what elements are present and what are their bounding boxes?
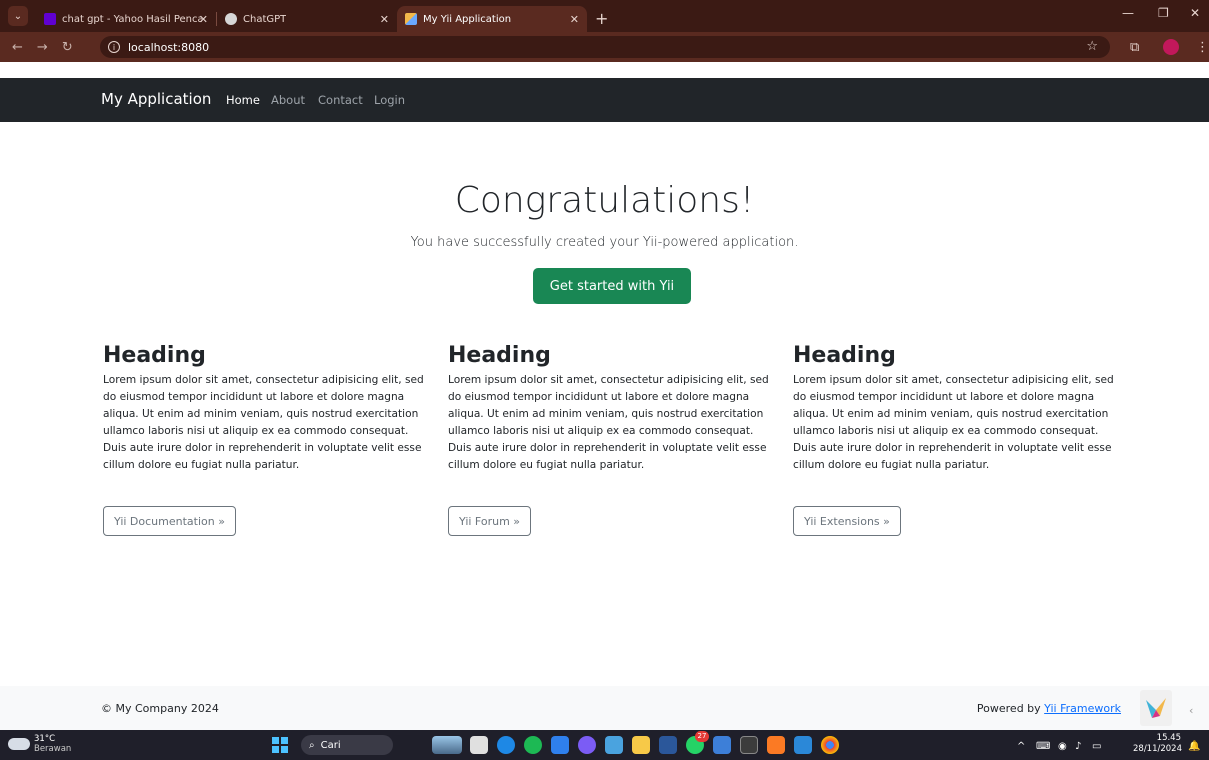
content-column-2: Heading Lorem ipsum dolor sit amet, cons… <box>448 343 783 536</box>
content-column-3: Heading Lorem ipsum dolor sit amet, cons… <box>793 343 1128 536</box>
cloud-icon <box>8 738 30 750</box>
powered-by-text: Powered by <box>976 702 1045 715</box>
windows-logo-icon <box>272 737 279 744</box>
close-window-icon[interactable]: ✕ <box>1190 6 1200 20</box>
browser-tab-bar: ⌄ chat gpt - Yahoo Hasil Pencarian ✕ Cha… <box>0 0 1209 32</box>
column-heading: Heading <box>448 343 551 368</box>
close-icon[interactable]: ✕ <box>570 13 579 26</box>
minimize-icon[interactable]: — <box>1122 6 1134 20</box>
keyboard-icon[interactable]: ⌨ <box>1036 741 1050 752</box>
notification-badge: 27 <box>695 731 709 742</box>
column-text: Lorem ipsum dolor sit amet, consectetur … <box>793 374 1114 471</box>
hero-title: Congratulations! <box>454 180 755 221</box>
tab-title: My Yii Application <box>423 13 512 25</box>
weather-temperature: 31°C <box>34 734 56 744</box>
browser-menu-icon[interactable]: ⋮ <box>1196 40 1209 55</box>
yii-documentation-button[interactable]: Yii Documentation » <box>103 506 236 536</box>
task-view-icon[interactable] <box>470 736 488 754</box>
column-text: Lorem ipsum dolor sit amet, consectetur … <box>448 374 769 471</box>
nav-login[interactable]: Login <box>374 93 405 107</box>
footer-powered-by: Powered by Yii Framework <box>977 702 1121 715</box>
tab-chatgpt[interactable]: ChatGPT ✕ <box>217 6 397 32</box>
spotify-icon[interactable] <box>524 736 542 754</box>
yii-framework-link[interactable]: Yii Framework <box>1044 702 1121 715</box>
extensions-icon[interactable]: ⧉ <box>1130 40 1139 55</box>
column-text: Lorem ipsum dolor sit amet, consectetur … <box>103 374 424 471</box>
tab-yahoo[interactable]: chat gpt - Yahoo Hasil Pencarian ✕ <box>36 6 216 32</box>
navbar-brand[interactable]: My Application <box>101 90 211 108</box>
weather-widget[interactable]: 31°C Berawan <box>8 734 71 754</box>
chatgpt-favicon-icon <box>225 13 237 25</box>
forward-icon[interactable]: → <box>37 40 48 55</box>
site-info-icon[interactable]: i <box>108 41 120 53</box>
footer-copyright: © My Company 2024 <box>101 702 219 715</box>
tab-my-yii-application[interactable]: My Yii Application ✕ <box>397 6 587 32</box>
notification-bell-icon[interactable]: 🔔 <box>1188 741 1200 752</box>
url-text: localhost:8080 <box>128 40 210 54</box>
photos-icon[interactable] <box>713 736 731 754</box>
battery-icon[interactable]: ▭ <box>1092 741 1101 752</box>
system-clock[interactable]: 15.45 28/11/2024 <box>1133 733 1182 755</box>
yii-debug-toolbar-logo[interactable] <box>1140 690 1172 726</box>
address-bar-row: ← → ↻ i localhost:8080 ☆ ⧉ ⋮ <box>0 32 1209 62</box>
close-icon[interactable]: ✕ <box>199 13 208 26</box>
close-icon[interactable]: ✕ <box>380 13 389 26</box>
edge-browser-icon[interactable] <box>497 736 515 754</box>
hero-lead: You have successfully created your Yii-p… <box>410 235 799 250</box>
vscode-icon[interactable] <box>551 736 569 754</box>
get-started-button[interactable]: Get started with Yii <box>533 268 691 304</box>
url-input[interactable]: i localhost:8080 ☆ <box>100 36 1110 58</box>
notepad-icon[interactable] <box>794 736 812 754</box>
nav-home[interactable]: Home <box>226 93 260 107</box>
copilot-icon[interactable] <box>578 736 596 754</box>
wifi-icon[interactable]: ◉ <box>1058 741 1067 752</box>
search-icon: ⌕ <box>309 739 315 751</box>
file-explorer-icon[interactable] <box>632 736 650 754</box>
column-heading: Heading <box>793 343 896 368</box>
clock-date: 28/11/2024 <box>1133 744 1182 754</box>
store-icon[interactable] <box>605 736 623 754</box>
taskbar-search[interactable]: ⌕ Cari <box>301 735 393 755</box>
site-navbar: My Application Home About Contact Login <box>0 78 1209 122</box>
chrome-icon[interactable] <box>821 736 839 754</box>
content-column-1: Heading Lorem ipsum dolor sit amet, cons… <box>103 343 438 536</box>
yii-logo-icon <box>1146 698 1166 718</box>
restore-icon[interactable]: ❐ <box>1158 6 1169 20</box>
back-icon[interactable]: ← <box>12 40 23 55</box>
new-tab-button[interactable]: + <box>595 9 608 28</box>
taskbar-search-placeholder: Cari <box>320 739 341 751</box>
yii-extensions-button[interactable]: Yii Extensions » <box>793 506 901 536</box>
bookmark-star-icon[interactable]: ☆ <box>1086 39 1098 54</box>
tab-title: chat gpt - Yahoo Hasil Pencarian <box>62 13 202 25</box>
tab-title: ChatGPT <box>243 13 287 25</box>
volume-icon[interactable]: ♪ <box>1075 741 1081 752</box>
nav-about[interactable]: About <box>271 93 305 107</box>
yahoo-favicon-icon <box>44 13 56 25</box>
word-icon[interactable] <box>659 736 677 754</box>
weather-condition: Berawan <box>34 744 72 754</box>
nav-contact[interactable]: Contact <box>318 93 363 107</box>
terminal-icon[interactable] <box>740 736 758 754</box>
xampp-icon[interactable] <box>767 736 785 754</box>
yii-forum-button[interactable]: Yii Forum » <box>448 506 532 536</box>
chevron-up-icon[interactable]: ^ <box>1017 741 1025 752</box>
column-heading: Heading <box>103 343 206 368</box>
site-footer: © My Company 2024 Powered by Yii Framewo… <box>0 686 1209 730</box>
tab-search-icon[interactable]: ⌄ <box>8 6 28 26</box>
chevron-left-icon[interactable]: ‹ <box>1189 704 1193 717</box>
reload-icon[interactable]: ↻ <box>62 40 73 55</box>
clock-time: 15.45 <box>1156 733 1181 743</box>
start-button[interactable] <box>272 737 288 753</box>
profile-avatar[interactable] <box>1163 39 1179 55</box>
desktop-widget-icon[interactable] <box>432 736 462 754</box>
yii-favicon-icon <box>405 13 417 25</box>
